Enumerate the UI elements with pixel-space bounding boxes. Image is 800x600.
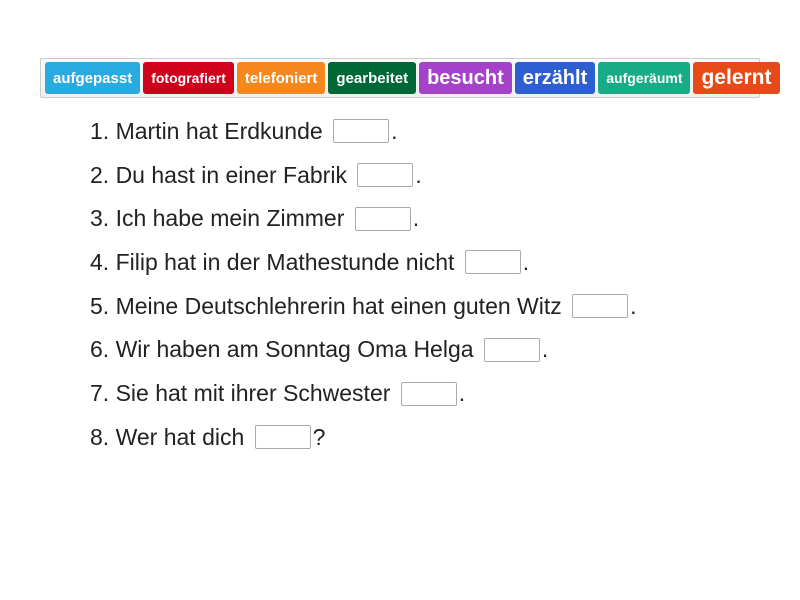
answer-blank[interactable] — [355, 207, 411, 231]
sentence-5: 5. Meine Deutschlehrerin hat einen guten… — [90, 285, 750, 329]
sentence-punct: . — [415, 162, 421, 188]
sentence-text: 8. Wer hat dich — [90, 424, 251, 450]
sentence-text: 6. Wir haben am Sonntag Oma Helga — [90, 336, 480, 362]
sentence-punct: ? — [313, 424, 326, 450]
answer-blank[interactable] — [572, 294, 628, 318]
word-tile-gelernt[interactable]: gelernt — [693, 62, 779, 94]
sentence-text: 2. Du hast in einer Fabrik — [90, 162, 353, 188]
word-tile-aufgeräumt[interactable]: aufgeräumt — [598, 62, 690, 94]
answer-blank[interactable] — [255, 425, 311, 449]
answer-blank[interactable] — [465, 250, 521, 274]
sentence-punct: . — [459, 380, 465, 406]
sentence-text: 1. Martin hat Erdkunde — [90, 118, 329, 144]
word-tile-erzählt[interactable]: erzählt — [515, 62, 595, 94]
answer-blank[interactable] — [484, 338, 540, 362]
sentence-punct: . — [523, 249, 529, 275]
word-tile-besucht[interactable]: besucht — [419, 62, 512, 94]
sentence-6: 6. Wir haben am Sonntag Oma Helga . — [90, 328, 750, 372]
word-tile-telefoniert[interactable]: telefoniert — [237, 62, 326, 94]
answer-blank[interactable] — [401, 382, 457, 406]
sentence-8: 8. Wer hat dich ? — [90, 416, 750, 460]
sentence-text: 5. Meine Deutschlehrerin hat einen guten… — [90, 293, 568, 319]
sentence-4: 4. Filip hat in der Mathestunde nicht . — [90, 241, 750, 285]
sentence-text: 4. Filip hat in der Mathestunde nicht — [90, 249, 461, 275]
sentence-text: 3. Ich habe mein Zimmer — [90, 205, 351, 231]
sentence-punct: . — [542, 336, 548, 362]
answer-blank[interactable] — [357, 163, 413, 187]
sentence-list: 1. Martin hat Erdkunde .2. Du hast in ei… — [90, 110, 750, 460]
sentence-punct: . — [630, 293, 636, 319]
sentence-1: 1. Martin hat Erdkunde . — [90, 110, 750, 154]
word-tile-gearbeitet[interactable]: gearbeitet — [328, 62, 416, 94]
word-tile-fotografiert[interactable]: fotografiert — [143, 62, 234, 94]
answer-blank[interactable] — [333, 119, 389, 143]
word-bank: aufgepasstfotografierttelefoniertgearbei… — [40, 58, 760, 98]
sentence-punct: . — [413, 205, 419, 231]
sentence-2: 2. Du hast in einer Fabrik . — [90, 154, 750, 198]
sentence-punct: . — [391, 118, 397, 144]
sentence-3: 3. Ich habe mein Zimmer . — [90, 197, 750, 241]
word-tile-aufgepasst[interactable]: aufgepasst — [45, 62, 140, 94]
sentence-text: 7. Sie hat mit ihrer Schwester — [90, 380, 397, 406]
sentence-7: 7. Sie hat mit ihrer Schwester . — [90, 372, 750, 416]
